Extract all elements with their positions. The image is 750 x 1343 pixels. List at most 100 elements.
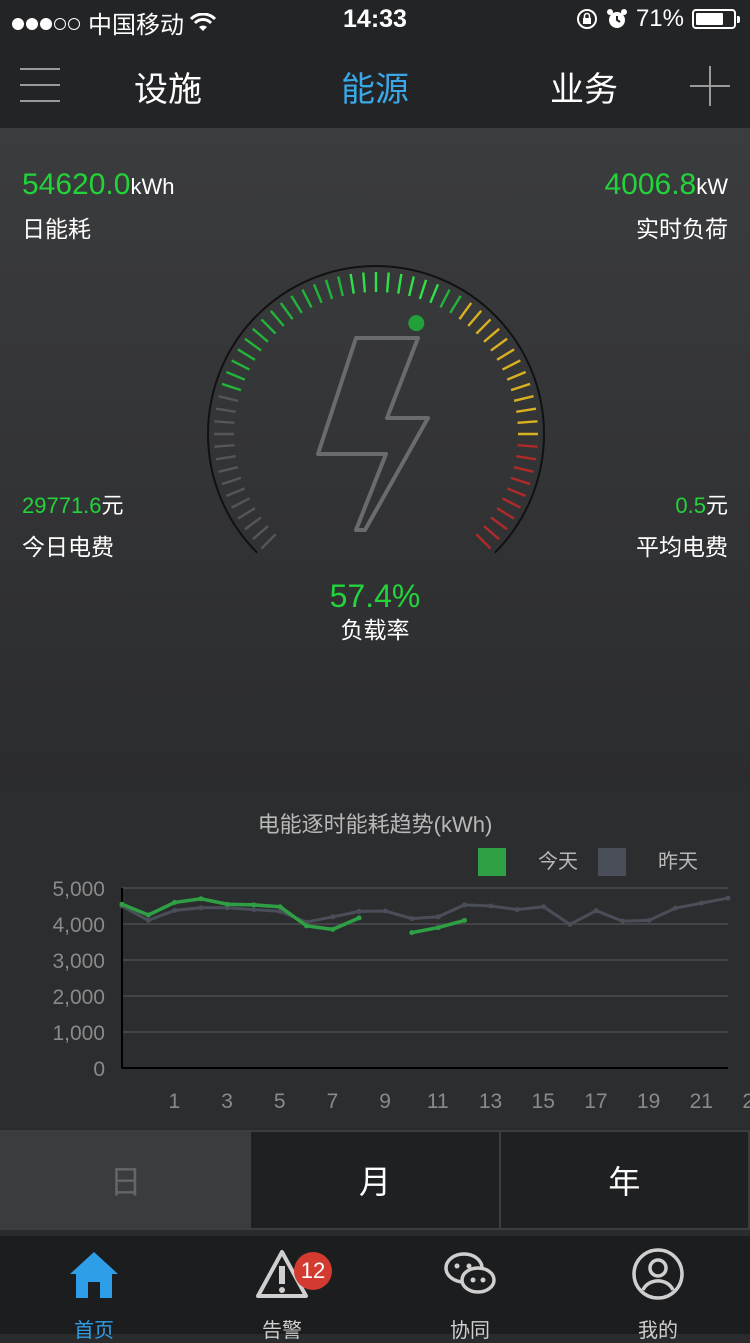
gauge-tick bbox=[362, 272, 367, 293]
y-tick-label: 4,000 bbox=[52, 914, 105, 937]
tab-energy[interactable]: 能源 bbox=[341, 62, 409, 111]
x-tick-label: 9 bbox=[379, 1090, 391, 1113]
data-point bbox=[145, 917, 151, 923]
gauge-tick bbox=[510, 382, 531, 392]
y-tick-label: 3,000 bbox=[52, 950, 105, 973]
x-tick-label: 17 bbox=[584, 1090, 607, 1113]
data-point bbox=[224, 901, 230, 907]
home-icon bbox=[70, 1252, 118, 1298]
menu-icon[interactable] bbox=[20, 68, 60, 102]
gauge-tick bbox=[349, 273, 355, 294]
gauge-tick bbox=[225, 487, 246, 498]
data-point bbox=[356, 908, 362, 914]
gauge-tick bbox=[516, 455, 537, 461]
daily-energy-unit: kWh bbox=[130, 174, 175, 199]
tab-collaboration-label: 协同 bbox=[450, 1320, 490, 1342]
data-point bbox=[409, 930, 415, 936]
gauge-tick bbox=[483, 327, 500, 343]
gauge-tick bbox=[490, 516, 508, 531]
gauge-tick bbox=[237, 348, 256, 361]
y-tick-label: 1,000 bbox=[52, 1022, 105, 1045]
data-point bbox=[119, 901, 125, 907]
x-tick-label: 7 bbox=[327, 1090, 339, 1113]
data-point bbox=[409, 916, 415, 922]
data-point bbox=[198, 896, 204, 902]
load-rate-label: 负载率 bbox=[340, 617, 410, 643]
x-tick-label: 19 bbox=[637, 1090, 660, 1113]
data-point bbox=[646, 917, 652, 923]
chart-title: 电能逐时能耗趋势(kWh) bbox=[258, 812, 493, 837]
gauge-tick bbox=[510, 476, 531, 486]
tab-facilities[interactable]: 设施 bbox=[134, 62, 202, 111]
data-point bbox=[330, 914, 336, 920]
realtime-load-unit: kW bbox=[696, 174, 728, 199]
load-gauge bbox=[207, 265, 545, 554]
period-year-button[interactable]: 年 bbox=[501, 1132, 748, 1228]
avg-price-value: 0.5 bbox=[675, 493, 706, 518]
legend-label-today: 今天 bbox=[538, 850, 578, 873]
y-tick-label: 0 bbox=[93, 1058, 105, 1081]
gauge-tick bbox=[517, 420, 538, 425]
data-point bbox=[620, 918, 626, 924]
gauge-tick bbox=[231, 497, 251, 509]
load-rate-value: 57.4% bbox=[329, 578, 421, 614]
gauge-tick bbox=[429, 283, 440, 304]
gauge-tick bbox=[214, 420, 235, 425]
gauge-tick bbox=[218, 395, 239, 403]
gauge-tick bbox=[225, 370, 246, 381]
daily-energy-stat: 54620.0kWh 日能耗 bbox=[22, 168, 174, 244]
x-tick-label: 1 bbox=[169, 1090, 181, 1113]
data-point bbox=[172, 907, 178, 913]
gauge-tick bbox=[513, 465, 534, 473]
data-point bbox=[382, 908, 388, 914]
data-point bbox=[145, 912, 151, 918]
gauge-tick bbox=[214, 443, 235, 448]
gauge-tick bbox=[516, 407, 537, 413]
tab-profile-label: 我的 bbox=[638, 1320, 678, 1342]
period-day-button[interactable]: 日 bbox=[2, 1132, 252, 1228]
series-line-today bbox=[121, 897, 360, 932]
x-tick-label: 23 bbox=[742, 1090, 750, 1113]
gauge-tick bbox=[215, 407, 236, 413]
gauge-tick bbox=[407, 276, 415, 297]
data-point bbox=[356, 915, 362, 921]
gauge-tick bbox=[260, 318, 277, 335]
chart-x-ticks: 1357911131517192123 bbox=[169, 1090, 750, 1113]
gauge-tick bbox=[483, 525, 500, 541]
tab-collaboration[interactable]: 协同 bbox=[376, 1236, 564, 1342]
tab-home[interactable]: 首页 bbox=[0, 1236, 188, 1342]
status-bar: 中国移动 14:33 71% bbox=[0, 0, 750, 40]
gauge-tick bbox=[260, 533, 277, 550]
legend-swatch-today bbox=[478, 848, 506, 876]
lightning-bolt-icon bbox=[316, 336, 430, 532]
battery-percent: 71% bbox=[635, 5, 684, 32]
data-point bbox=[172, 899, 178, 905]
data-point bbox=[514, 907, 520, 913]
data-point bbox=[488, 903, 494, 909]
data-point bbox=[435, 925, 441, 931]
data-point bbox=[541, 904, 547, 910]
period-month-button[interactable]: 月 bbox=[251, 1132, 501, 1228]
gauge-tick bbox=[269, 310, 285, 327]
gauge-tick bbox=[252, 327, 269, 343]
realtime-load-label: 实时负荷 bbox=[636, 216, 728, 242]
gauge-tick bbox=[458, 302, 473, 320]
add-icon[interactable] bbox=[690, 66, 730, 106]
gauge-tick bbox=[244, 337, 262, 352]
tab-profile[interactable]: 我的 bbox=[564, 1236, 750, 1342]
gauge-tick bbox=[244, 516, 262, 531]
tab-alarms[interactable]: 12 告警 bbox=[188, 1236, 376, 1342]
data-point bbox=[699, 900, 705, 906]
avg-price-unit: 元 bbox=[705, 493, 728, 518]
chart-y-ticks: 0 1,000 2,000 3,000 4,000 5,000 bbox=[52, 878, 105, 1081]
chat-icon bbox=[444, 1252, 496, 1294]
gauge-tick bbox=[237, 507, 256, 520]
gauge-tick bbox=[517, 443, 538, 448]
data-point bbox=[277, 904, 283, 910]
data-point bbox=[251, 907, 257, 913]
gauge-tick bbox=[506, 370, 527, 381]
gauge-tick bbox=[513, 395, 534, 403]
tab-alarms-label: 告警 bbox=[262, 1320, 302, 1342]
tab-business[interactable]: 业务 bbox=[550, 62, 618, 111]
rotation-lock-icon bbox=[576, 9, 597, 29]
